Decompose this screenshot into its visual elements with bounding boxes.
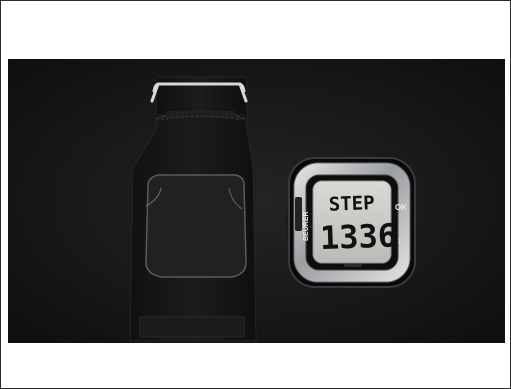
display-step-label: STEP [328,192,375,216]
side-brand-label: BEURER [303,211,310,241]
arrow-button-label: ↕ [397,235,402,245]
velcro-strip [139,316,245,338]
image-frame: STEP 1336 BEURER OK ↕ [0,0,511,389]
product-photo: STEP 1336 BEURER OK ↕ [8,59,505,343]
ok-button-label: OK [395,203,407,212]
background [8,59,505,343]
wrist-watch: STEP 1336 BEURER OK ↕ [286,157,416,289]
watch-and-strap-photo: STEP 1336 BEURER OK ↕ [8,59,505,343]
display-step-count: 1336 [319,216,397,257]
